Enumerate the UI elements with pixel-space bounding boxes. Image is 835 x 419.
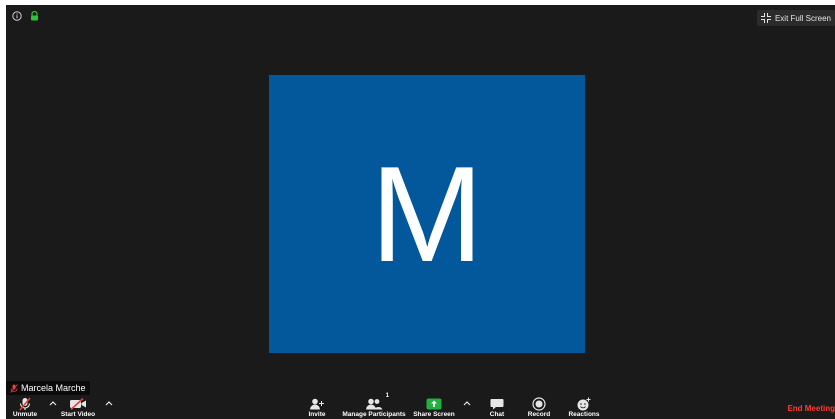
participant-avatar-tile: M — [269, 75, 585, 353]
participant-name: Marcela Marche — [21, 383, 86, 393]
participant-name-tag: Marcela Marche — [6, 381, 90, 395]
info-icon[interactable] — [12, 11, 22, 21]
manage-participants-button[interactable]: 1 Manage Participants — [336, 393, 412, 419]
meeting-toolbar: Unmute Start Video Invite 1 Manage Parti… — [6, 393, 835, 419]
muted-microphone-icon — [17, 397, 33, 411]
share-screen-icon — [426, 397, 442, 411]
record-label: Record — [527, 411, 551, 418]
share-screen-button[interactable]: Share Screen — [413, 395, 455, 419]
manage-participants-label: Manage Participants — [342, 411, 406, 418]
reactions-button[interactable]: Reactions — [566, 395, 602, 419]
video-off-icon — [69, 397, 87, 411]
participants-icon: 1 — [365, 393, 389, 411]
unmute-label: Unmute — [12, 411, 38, 418]
lock-icon[interactable] — [30, 11, 39, 21]
chevron-up-icon — [463, 401, 471, 406]
avatar-letter: M — [370, 138, 484, 290]
unmute-button[interactable]: Unmute — [10, 395, 40, 419]
invite-button[interactable]: Invite — [304, 395, 330, 419]
chat-label: Chat — [489, 411, 505, 418]
chevron-up-icon — [49, 401, 57, 406]
exit-fullscreen-label: Exit Full Screen — [774, 13, 831, 23]
participant-count: 1 — [385, 393, 389, 399]
invite-label: Invite — [308, 411, 326, 418]
share-options-caret[interactable] — [463, 400, 471, 406]
chevron-up-icon — [105, 401, 113, 406]
chat-icon — [490, 397, 504, 411]
start-video-button[interactable]: Start Video — [58, 395, 98, 419]
chat-button[interactable]: Chat — [484, 395, 510, 419]
video-options-caret[interactable] — [105, 400, 113, 406]
reactions-icon — [576, 397, 592, 411]
audio-options-caret[interactable] — [49, 400, 57, 406]
share-screen-label: Share Screen — [413, 411, 455, 418]
meeting-window: Exit Full Screen M Marcela Marche Unmute… — [6, 5, 835, 419]
top-left-indicators — [12, 11, 39, 21]
start-video-label: Start Video — [60, 411, 96, 418]
add-person-icon — [309, 397, 325, 411]
exit-fullscreen-icon — [760, 13, 771, 23]
reactions-label: Reactions — [568, 411, 600, 418]
record-icon — [532, 397, 546, 411]
muted-microphone-icon — [10, 383, 18, 393]
exit-fullscreen-button[interactable]: Exit Full Screen — [756, 10, 835, 26]
record-button[interactable]: Record — [526, 395, 552, 419]
end-meeting-button[interactable]: End Meeting — [787, 404, 835, 413]
